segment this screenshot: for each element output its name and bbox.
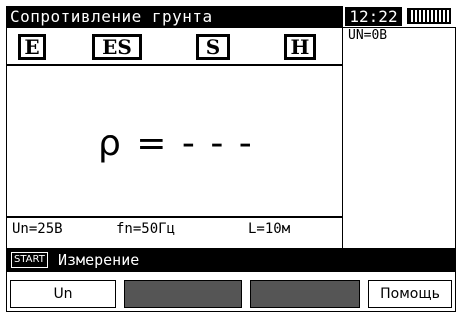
f1-button-un[interactable]: Un [10, 280, 116, 308]
help-button[interactable]: Помощь [368, 280, 452, 308]
voltage-readout: UN=0В [348, 28, 388, 43]
f3-button[interactable] [250, 280, 360, 308]
screen-title: Сопротивление грунта [6, 6, 342, 28]
param-frequency: fn=50Гц [116, 221, 176, 237]
param-voltage: Un=25В [12, 221, 63, 237]
clock: 12:22 [345, 7, 402, 26]
message-text: Измерение [58, 251, 140, 269]
param-distance: L=10м [248, 221, 291, 237]
battery-icon [407, 8, 451, 24]
message-bar: START Измерение [6, 248, 456, 272]
start-key-icon: START [11, 252, 48, 268]
resistivity-value: ρ = - - - [98, 123, 254, 164]
mode-tabs: E ES S H [6, 28, 342, 66]
tab-h[interactable]: H [284, 34, 316, 60]
title-text: Сопротивление грунта [10, 7, 213, 26]
parameters-row: Un=25В fn=50Гц L=10м [6, 216, 342, 240]
tab-s[interactable]: S [196, 34, 230, 60]
tab-e[interactable]: E [18, 34, 46, 60]
status-area: 12:22 [343, 6, 456, 28]
tab-es[interactable]: ES [92, 34, 142, 60]
function-keys: Un Помощь [6, 276, 456, 312]
measurement-display: ρ = - - - [6, 66, 342, 216]
panel-divider [342, 6, 343, 250]
f2-button[interactable] [124, 280, 242, 308]
